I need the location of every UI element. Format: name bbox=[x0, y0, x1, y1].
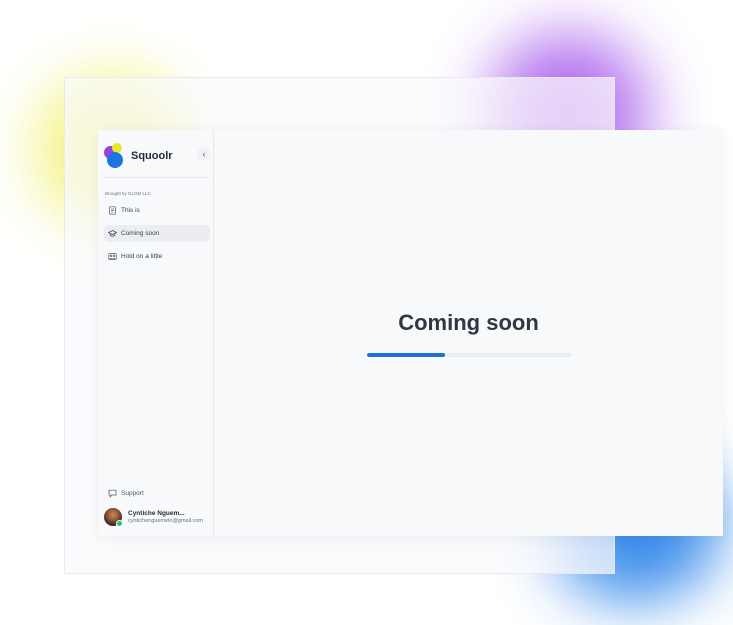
chevron-left-icon: ‹ bbox=[202, 148, 206, 159]
brand-name: Squoolr bbox=[131, 150, 173, 162]
app-window: Squoolr ‹ Brought by GLOM LLC This is Co… bbox=[98, 130, 723, 536]
progress-bar bbox=[367, 353, 571, 357]
chat-bubble-icon bbox=[108, 489, 117, 498]
sidebar-item-coming-soon[interactable]: Coming soon bbox=[104, 225, 210, 242]
user-name: Cyntiche Nguem... bbox=[128, 509, 185, 517]
divider bbox=[104, 177, 209, 178]
avatar bbox=[104, 508, 123, 527]
screenshot-stage: Squoolr ‹ Brought by GLOM LLC This is Co… bbox=[0, 0, 733, 625]
user-profile[interactable]: Cyntiche Nguem... cyntichenguemelo@gmail… bbox=[104, 508, 212, 527]
collapse-sidebar-button[interactable]: ‹ bbox=[197, 147, 211, 161]
progress-fill bbox=[367, 353, 445, 357]
sidebar-item-label: Hold on a little bbox=[121, 253, 163, 260]
support-link[interactable]: Support bbox=[108, 489, 144, 498]
user-email: cyntichenguemelo@gmail.com bbox=[128, 517, 203, 524]
support-label: Support bbox=[121, 490, 144, 497]
graduation-cap-icon bbox=[108, 229, 117, 238]
page-title: Coming soon bbox=[398, 310, 539, 335]
main-content: Coming soon bbox=[214, 130, 723, 536]
sidebar-item-hold-on[interactable]: Hold on a little bbox=[104, 248, 210, 265]
user-details: Cyntiche Nguem... cyntichenguemelo@gmail… bbox=[128, 510, 203, 524]
squoolr-logo bbox=[104, 143, 126, 169]
document-icon bbox=[108, 206, 117, 215]
brand[interactable]: Squoolr bbox=[104, 142, 212, 170]
people-group-icon bbox=[108, 252, 117, 261]
section-label: Brought by GLOM LLC bbox=[105, 191, 151, 196]
online-status-dot bbox=[116, 520, 123, 527]
sidebar-item-label: This is bbox=[121, 207, 140, 214]
sidebar-item-label: Coming soon bbox=[121, 230, 160, 237]
sidebar-item-this-is[interactable]: This is bbox=[104, 202, 210, 219]
sidebar-nav: This is Coming soon Hold on a little bbox=[104, 202, 210, 271]
sidebar: Squoolr ‹ Brought by GLOM LLC This is Co… bbox=[98, 130, 214, 536]
